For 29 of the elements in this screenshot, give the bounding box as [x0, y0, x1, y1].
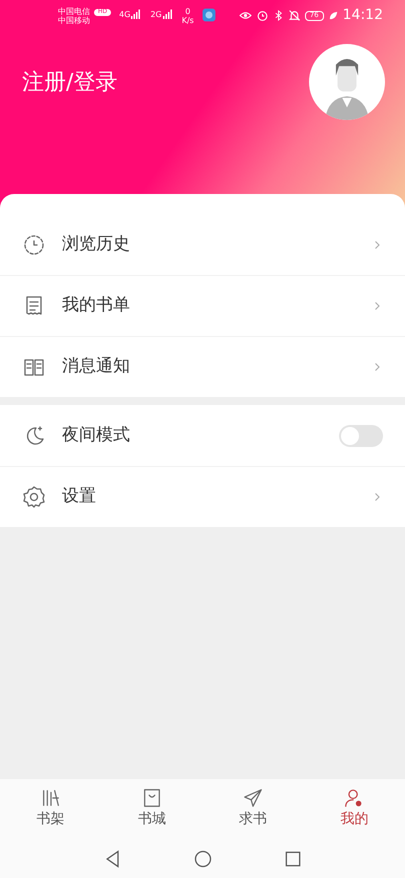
tab[interactable]: 书架	[0, 779, 102, 840]
menu-item[interactable]: 设置	[0, 466, 405, 527]
tab[interactable]: 我的	[304, 779, 405, 840]
app-icon	[202, 8, 216, 22]
settings-icon	[22, 485, 46, 509]
clock-time: 14:12	[342, 8, 383, 24]
clock-icon	[22, 232, 46, 256]
bluetooth-icon	[272, 9, 284, 22]
network-type: 2G	[150, 11, 162, 20]
speed-value: 0	[185, 8, 190, 17]
muted-bell-icon	[288, 9, 301, 22]
carrier-name: 中国电信	[58, 8, 90, 16]
signal-icon	[162, 8, 174, 20]
login-link[interactable]: 注册/登录	[0, 66, 118, 98]
recent-apps-button[interactable]	[282, 849, 302, 869]
alarm-icon	[256, 9, 269, 22]
home-button[interactable]	[192, 849, 212, 869]
menu-item[interactable]: 夜间模式	[0, 405, 405, 466]
toggle-switch[interactable]	[339, 424, 383, 446]
tab[interactable]: 书城	[101, 779, 202, 840]
carrier-name: 中国移动	[58, 16, 91, 26]
network-type: 4G	[119, 11, 130, 20]
menu-item[interactable]: 浏览历史	[0, 214, 405, 275]
speed-unit: K/s	[182, 16, 194, 26]
leaf-icon	[328, 10, 339, 22]
menu-item[interactable]: 我的书单	[0, 275, 405, 336]
tab[interactable]: 求书	[202, 779, 304, 840]
signal-icon	[130, 8, 142, 20]
paper-plane-icon	[242, 787, 264, 809]
